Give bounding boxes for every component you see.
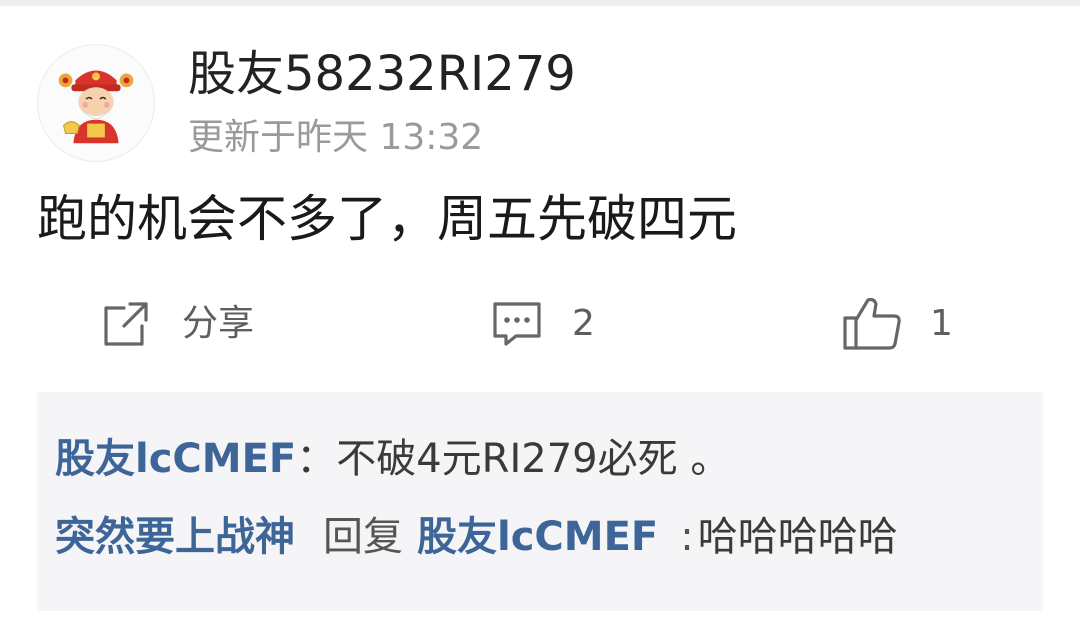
reply-author[interactable]: 股友lcCMEF [55, 436, 296, 482]
reply-text: 哈哈哈哈哈 [697, 514, 898, 560]
reply-separator: ： [296, 436, 337, 482]
reply-author[interactable]: 突然要上战神 [55, 514, 295, 560]
god-of-wealth-avatar-icon [58, 70, 134, 144]
top-divider [0, 0, 1080, 6]
reply-item: 突然要上战神 回复 股友lcCMEF: 哈哈哈哈哈 [55, 512, 898, 562]
comment-count: 2 [572, 303, 595, 344]
share-label: 分享 [182, 303, 255, 344]
comment-button[interactable]: 2 [490, 292, 595, 356]
post-content: 跑的机会不多了，周五先破四元 [37, 190, 737, 248]
share-icon [100, 298, 152, 350]
update-time: 更新于昨天 13:32 [188, 117, 484, 158]
reply-target[interactable]: 股友lcCMEF [417, 514, 658, 560]
reply-word: 回复 [323, 514, 403, 560]
comment-icon [490, 298, 544, 350]
author-name[interactable]: 股友58232RI279 [188, 46, 576, 102]
reply-separator: : [680, 514, 694, 560]
reply-section: 股友lcCMEF：不破4元RI279必死 。 突然要上战神 回复 股友lcCMEF:… [37, 392, 1043, 611]
thumbs-up-icon [840, 294, 904, 354]
like-button[interactable]: 1 [840, 292, 953, 356]
author-avatar[interactable] [37, 44, 155, 162]
reply-text: 不破4元RI279必死 。 [336, 436, 731, 482]
reply-item: 股友lcCMEF：不破4元RI279必死 。 [55, 434, 730, 484]
share-button[interactable]: 分享 [100, 292, 254, 356]
like-count: 1 [930, 303, 953, 344]
